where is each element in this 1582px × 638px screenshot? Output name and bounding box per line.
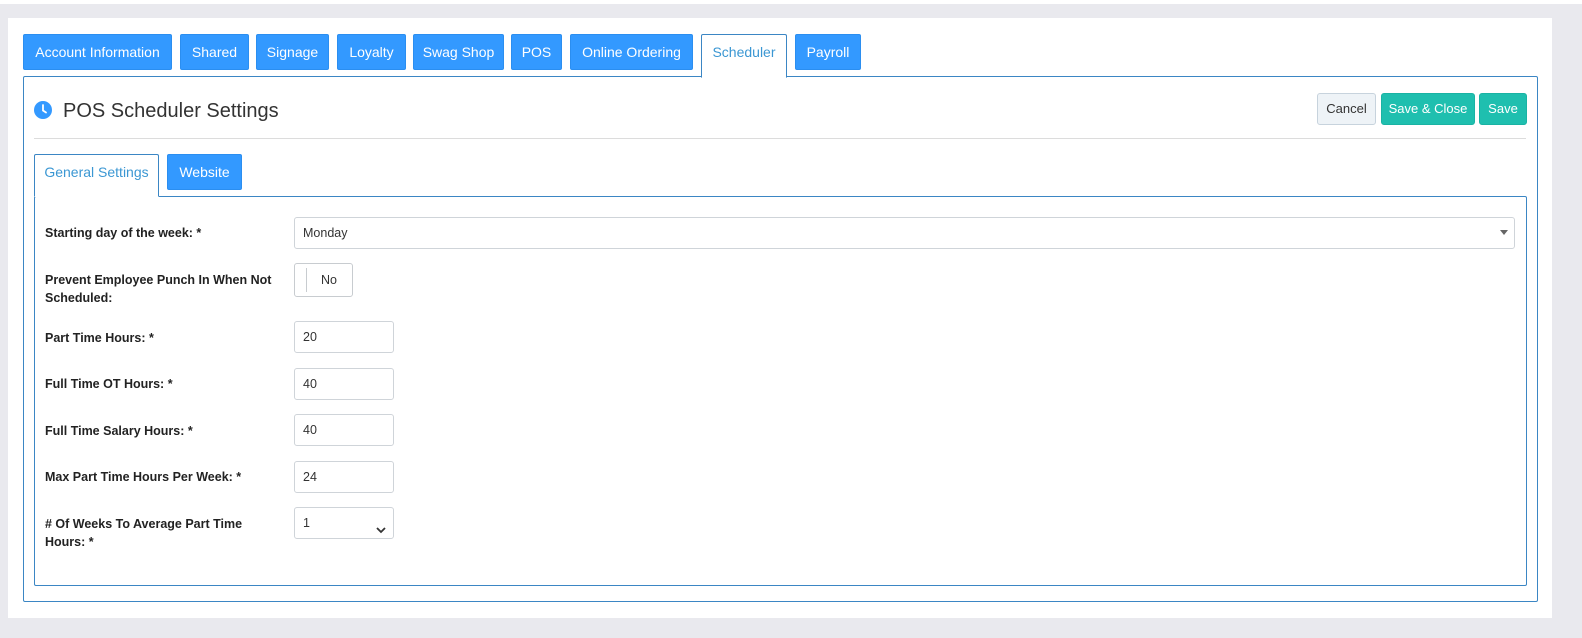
tab-scheduler[interactable]: Scheduler [701, 34, 787, 78]
prevent-punch-label: Prevent Employee Punch In When Not Sched… [45, 273, 272, 305]
dropdown-arrow-icon [1500, 230, 1508, 235]
scheduler-panel: POS Scheduler Settings Cancel Save & Clo… [23, 76, 1538, 602]
starting-day-value: Monday [303, 226, 348, 240]
toggle-handle [306, 268, 307, 292]
tab-payroll[interactable]: Payroll [795, 34, 861, 70]
weeks-to-average-label: # Of Weeks To Average Part Time Hours: * [45, 517, 243, 549]
save-and-close-button[interactable]: Save & Close [1381, 93, 1475, 125]
chevron-down-icon [375, 517, 387, 534]
weeks-to-average-value: 1 [303, 516, 310, 530]
settings-card: Account Information Shared Signage Loyal… [8, 18, 1552, 618]
cancel-button[interactable]: Cancel [1317, 93, 1376, 125]
tab-swag-shop[interactable]: Swag Shop [413, 34, 504, 70]
toggle-state-text: No [321, 273, 337, 287]
top-strip [0, 0, 1582, 4]
tab-account-information[interactable]: Account Information [23, 34, 172, 70]
save-button[interactable]: Save [1479, 93, 1527, 125]
tab-signage[interactable]: Signage [256, 34, 329, 70]
full-time-ot-hours-label: Full Time OT Hours: * [45, 377, 173, 391]
general-settings-panel: Starting day of the week: * Monday Preve… [34, 196, 1527, 586]
weeks-to-average-select[interactable]: 1 [294, 507, 394, 539]
full-time-salary-hours-label: Full Time Salary Hours: * [45, 424, 193, 438]
tab-online-ordering[interactable]: Online Ordering [570, 34, 693, 70]
part-time-hours-input[interactable]: 20 [294, 321, 394, 353]
clock-icon [34, 101, 52, 119]
max-part-time-hours-label: Max Part Time Hours Per Week: * [45, 470, 242, 484]
prevent-punch-toggle[interactable]: No [294, 263, 353, 297]
max-part-time-hours-input[interactable]: 24 [294, 461, 394, 493]
tab-loyalty[interactable]: Loyalty [337, 34, 406, 70]
tab-pos[interactable]: POS [511, 34, 562, 70]
tab-shared[interactable]: Shared [180, 34, 249, 70]
tab-general-settings[interactable]: General Settings [34, 154, 159, 197]
page-title: POS Scheduler Settings [63, 100, 279, 122]
starting-day-label: Starting day of the week: * [45, 226, 202, 240]
tab-website[interactable]: Website [167, 154, 242, 190]
part-time-hours-label: Part Time Hours: * [45, 331, 154, 345]
full-time-salary-hours-input[interactable]: 40 [294, 414, 394, 446]
full-time-ot-hours-input[interactable]: 40 [294, 368, 394, 400]
panel-header: POS Scheduler Settings Cancel Save & Clo… [34, 93, 1527, 139]
starting-day-select[interactable]: Monday [294, 217, 1515, 249]
